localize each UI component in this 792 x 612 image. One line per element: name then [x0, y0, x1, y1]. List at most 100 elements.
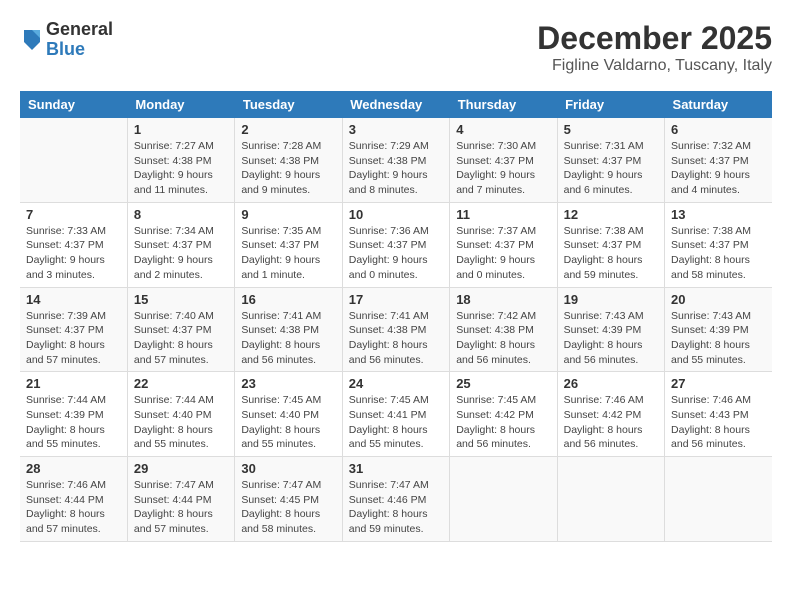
day-info: Sunrise: 7:45 AM Sunset: 4:42 PM Dayligh…: [456, 393, 550, 452]
day-info: Sunrise: 7:31 AM Sunset: 4:37 PM Dayligh…: [564, 139, 658, 198]
day-number: 24: [349, 376, 443, 391]
day-number: 3: [349, 122, 443, 137]
calendar-cell: 24Sunrise: 7:45 AM Sunset: 4:41 PM Dayli…: [342, 372, 449, 457]
calendar-cell: 23Sunrise: 7:45 AM Sunset: 4:40 PM Dayli…: [235, 372, 342, 457]
calendar-cell: [557, 457, 664, 542]
weekday-header-monday: Monday: [127, 91, 234, 118]
day-info: Sunrise: 7:46 AM Sunset: 4:44 PM Dayligh…: [26, 478, 121, 537]
day-info: Sunrise: 7:44 AM Sunset: 4:40 PM Dayligh…: [134, 393, 228, 452]
day-info: Sunrise: 7:34 AM Sunset: 4:37 PM Dayligh…: [134, 224, 228, 283]
day-info: Sunrise: 7:38 AM Sunset: 4:37 PM Dayligh…: [671, 224, 766, 283]
calendar-cell: 31 Sunrise: 7:47 AM Sunset: 4:46 PM Dayli…: [342, 457, 449, 542]
day-number: 11: [456, 207, 550, 222]
calendar-cell: 13 Sunrise: 7:38 AM Sunset: 4:37 PM Dayli…: [665, 202, 772, 287]
logo-blue-text: Blue: [46, 40, 113, 60]
weekday-header-wednesday: Wednesday: [342, 91, 449, 118]
day-info: Sunrise: 7:39 AM Sunset: 4:37 PM Dayligh…: [26, 309, 121, 368]
day-info: Sunrise: 7:40 AM Sunset: 4:37 PM Dayligh…: [134, 309, 228, 368]
calendar-cell: 11Sunrise: 7:37 AM Sunset: 4:37 PM Dayli…: [450, 202, 557, 287]
day-number: 18: [456, 292, 550, 307]
day-info: Sunrise: 7:36 AM Sunset: 4:37 PM Dayligh…: [349, 224, 443, 283]
calendar-cell: 6 Sunrise: 7:32 AM Sunset: 4:37 PM Daylig…: [665, 118, 772, 202]
day-number: 4: [456, 122, 550, 137]
logo-general-text: General: [46, 20, 113, 40]
day-number: 15: [134, 292, 228, 307]
weekday-header-row: SundayMondayTuesdayWednesdayThursdayFrid…: [20, 91, 772, 118]
weekday-header-friday: Friday: [557, 91, 664, 118]
calendar-cell: 9 Sunrise: 7:35 AM Sunset: 4:37 PM Daylig…: [235, 202, 342, 287]
day-number: 7: [26, 207, 121, 222]
weekday-header-tuesday: Tuesday: [235, 91, 342, 118]
day-info: Sunrise: 7:29 AM Sunset: 4:38 PM Dayligh…: [349, 139, 443, 198]
day-number: 27: [671, 376, 766, 391]
day-number: 1: [134, 122, 228, 137]
day-number: 19: [564, 292, 658, 307]
calendar-cell: 26 Sunrise: 7:46 AM Sunset: 4:42 PM Dayli…: [557, 372, 664, 457]
week-row-2: 7 Sunrise: 7:33 AM Sunset: 4:37 PM Daylig…: [20, 202, 772, 287]
day-number: 9: [241, 207, 335, 222]
day-number: 14: [26, 292, 121, 307]
logo: General Blue: [20, 20, 113, 60]
day-number: 12: [564, 207, 658, 222]
calendar-cell: 21 Sunrise: 7:44 AM Sunset: 4:39 PM Dayli…: [20, 372, 127, 457]
day-number: 8: [134, 207, 228, 222]
day-info: Sunrise: 7:47 AM Sunset: 4:46 PM Dayligh…: [349, 478, 443, 537]
day-info: Sunrise: 7:38 AM Sunset: 4:37 PM Dayligh…: [564, 224, 658, 283]
title-area: December 2025 Figline Valdarno, Tuscany,…: [537, 20, 772, 75]
week-row-1: 1 Sunrise: 7:27 AM Sunset: 4:38 PM Daylig…: [20, 118, 772, 202]
calendar-cell: 1 Sunrise: 7:27 AM Sunset: 4:38 PM Daylig…: [127, 118, 234, 202]
day-number: 6: [671, 122, 766, 137]
week-row-4: 21 Sunrise: 7:44 AM Sunset: 4:39 PM Dayli…: [20, 372, 772, 457]
day-number: 30: [241, 461, 335, 476]
day-info: Sunrise: 7:44 AM Sunset: 4:39 PM Dayligh…: [26, 393, 121, 452]
day-info: Sunrise: 7:43 AM Sunset: 4:39 PM Dayligh…: [671, 309, 766, 368]
calendar-cell: 25Sunrise: 7:45 AM Sunset: 4:42 PM Dayli…: [450, 372, 557, 457]
calendar-cell: 4 Sunrise: 7:30 AM Sunset: 4:37 PM Daylig…: [450, 118, 557, 202]
calendar-cell: 5Sunrise: 7:31 AM Sunset: 4:37 PM Daylig…: [557, 118, 664, 202]
month-title: December 2025: [537, 20, 772, 57]
day-info: Sunrise: 7:33 AM Sunset: 4:37 PM Dayligh…: [26, 224, 121, 283]
calendar-cell: 20 Sunrise: 7:43 AM Sunset: 4:39 PM Dayli…: [665, 287, 772, 372]
calendar-cell: 22Sunrise: 7:44 AM Sunset: 4:40 PM Dayli…: [127, 372, 234, 457]
day-number: 13: [671, 207, 766, 222]
day-number: 31: [349, 461, 443, 476]
calendar-cell: 2Sunrise: 7:28 AM Sunset: 4:38 PM Daylig…: [235, 118, 342, 202]
calendar-cell: 18 Sunrise: 7:42 AM Sunset: 4:38 PM Dayli…: [450, 287, 557, 372]
calendar-cell: 7 Sunrise: 7:33 AM Sunset: 4:37 PM Daylig…: [20, 202, 127, 287]
day-info: Sunrise: 7:35 AM Sunset: 4:37 PM Dayligh…: [241, 224, 335, 283]
day-info: Sunrise: 7:46 AM Sunset: 4:42 PM Dayligh…: [564, 393, 658, 452]
header: General Blue December 2025 Figline Valda…: [20, 20, 772, 75]
location-title: Figline Valdarno, Tuscany, Italy: [537, 57, 772, 75]
weekday-header-saturday: Saturday: [665, 91, 772, 118]
day-info: Sunrise: 7:47 AM Sunset: 4:45 PM Dayligh…: [241, 478, 335, 537]
weekday-header-thursday: Thursday: [450, 91, 557, 118]
day-number: 21: [26, 376, 121, 391]
calendar-cell: 3 Sunrise: 7:29 AM Sunset: 4:38 PM Daylig…: [342, 118, 449, 202]
day-number: 26: [564, 376, 658, 391]
calendar-cell: 19 Sunrise: 7:43 AM Sunset: 4:39 PM Dayli…: [557, 287, 664, 372]
day-number: 16: [241, 292, 335, 307]
day-info: Sunrise: 7:32 AM Sunset: 4:37 PM Dayligh…: [671, 139, 766, 198]
calendar-cell: 8 Sunrise: 7:34 AM Sunset: 4:37 PM Daylig…: [127, 202, 234, 287]
day-info: Sunrise: 7:46 AM Sunset: 4:43 PM Dayligh…: [671, 393, 766, 452]
logo-icon: [20, 26, 44, 54]
calendar-cell: 15 Sunrise: 7:40 AM Sunset: 4:37 PM Dayli…: [127, 287, 234, 372]
day-number: 29: [134, 461, 228, 476]
calendar-cell: [665, 457, 772, 542]
day-info: Sunrise: 7:42 AM Sunset: 4:38 PM Dayligh…: [456, 309, 550, 368]
week-row-5: 28 Sunrise: 7:46 AM Sunset: 4:44 PM Dayli…: [20, 457, 772, 542]
calendar-cell: 27 Sunrise: 7:46 AM Sunset: 4:43 PM Dayli…: [665, 372, 772, 457]
day-info: Sunrise: 7:43 AM Sunset: 4:39 PM Dayligh…: [564, 309, 658, 368]
calendar-cell: 16Sunrise: 7:41 AM Sunset: 4:38 PM Dayli…: [235, 287, 342, 372]
day-info: Sunrise: 7:30 AM Sunset: 4:37 PM Dayligh…: [456, 139, 550, 198]
day-info: Sunrise: 7:27 AM Sunset: 4:38 PM Dayligh…: [134, 139, 228, 198]
day-info: Sunrise: 7:41 AM Sunset: 4:38 PM Dayligh…: [349, 309, 443, 368]
day-number: 20: [671, 292, 766, 307]
calendar-cell: 12 Sunrise: 7:38 AM Sunset: 4:37 PM Dayli…: [557, 202, 664, 287]
calendar-cell: 29 Sunrise: 7:47 AM Sunset: 4:44 PM Dayli…: [127, 457, 234, 542]
day-number: 28: [26, 461, 121, 476]
day-info: Sunrise: 7:45 AM Sunset: 4:40 PM Dayligh…: [241, 393, 335, 452]
day-number: 17: [349, 292, 443, 307]
calendar-cell: 14 Sunrise: 7:39 AM Sunset: 4:37 PM Dayli…: [20, 287, 127, 372]
day-info: Sunrise: 7:47 AM Sunset: 4:44 PM Dayligh…: [134, 478, 228, 537]
